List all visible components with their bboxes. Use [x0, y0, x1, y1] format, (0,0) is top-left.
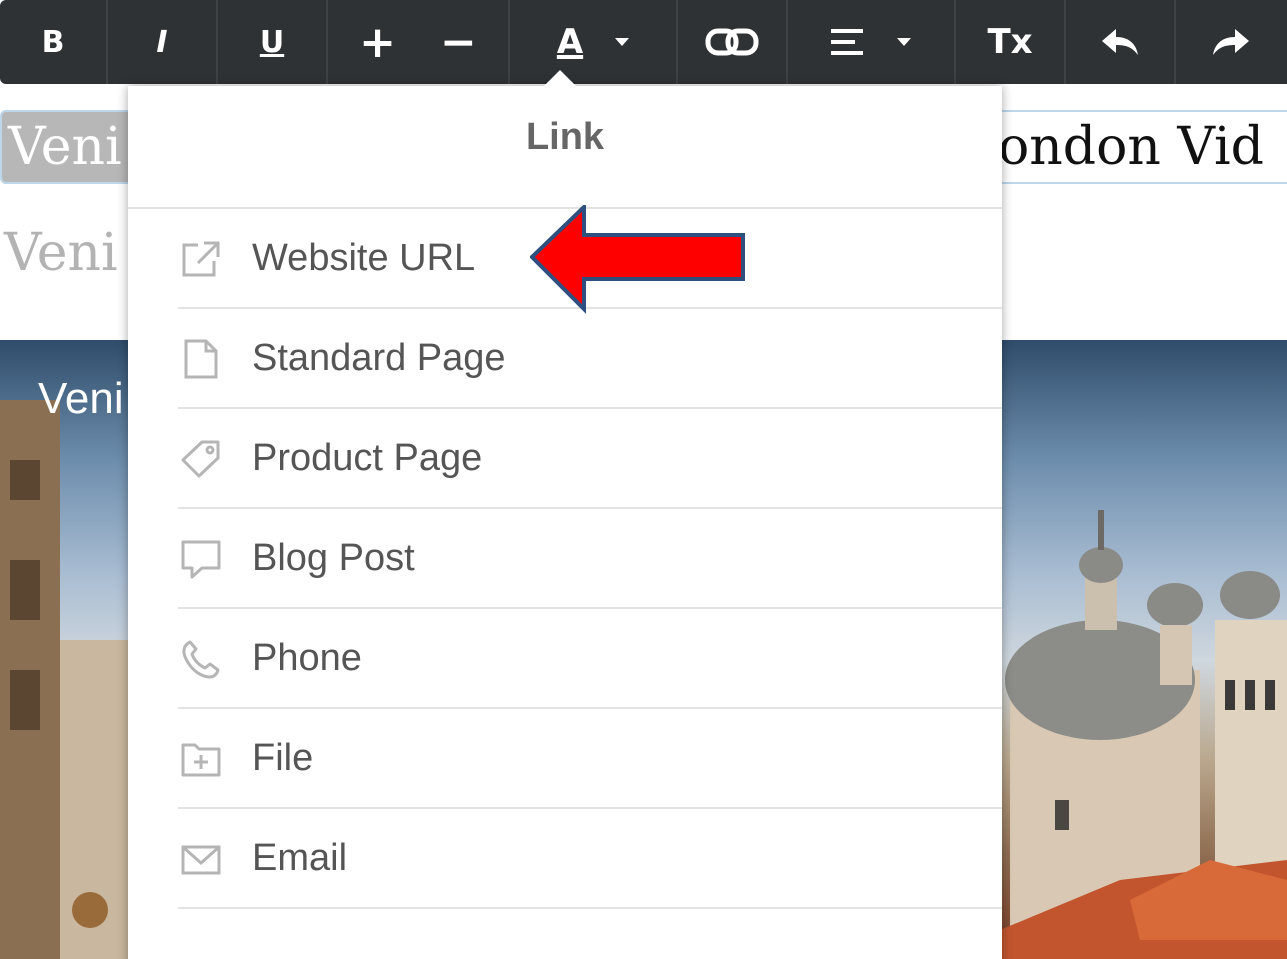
link-option-blog-post[interactable]: Blog Post — [178, 509, 1002, 609]
italic-button[interactable]: I — [156, 0, 167, 84]
link-option-standard-page[interactable]: Standard Page — [178, 309, 1002, 409]
link-button[interactable] — [705, 0, 759, 84]
undo-button[interactable] — [1100, 0, 1140, 84]
redo-group — [1176, 0, 1286, 84]
size-group: + − — [328, 0, 510, 84]
undo-group — [1066, 0, 1176, 84]
file-folder-icon — [181, 743, 221, 777]
underline-button[interactable]: U — [260, 0, 284, 84]
popup-title: Link — [525, 116, 605, 158]
link-option-label: Product Page — [252, 437, 483, 479]
redo-icon — [1213, 29, 1249, 55]
link-option-label: File — [252, 737, 314, 779]
bold-group: B — [0, 0, 108, 84]
bold-button[interactable]: B — [42, 0, 65, 84]
phone-icon — [182, 640, 220, 679]
hero-caption: Veni — [38, 374, 124, 423]
underline-group: U — [218, 0, 328, 84]
link-option-product-page[interactable]: Product Page — [178, 409, 1002, 509]
link-option-label: Blog Post — [252, 537, 415, 579]
popup-pointer — [544, 70, 576, 86]
link-option-label: Phone — [252, 637, 362, 679]
annotation-arrow-icon — [530, 205, 745, 314]
speech-bubble-icon — [181, 540, 221, 579]
link-option-label: Standard Page — [252, 337, 506, 379]
envelope-icon — [181, 845, 221, 875]
link-option-phone[interactable]: Phone — [178, 609, 1002, 709]
selected-heading-text[interactable]: Veni — [2, 112, 128, 182]
subheading-text[interactable]: Veni — [4, 218, 118, 288]
align-button[interactable] — [831, 0, 865, 84]
italic-group: I — [108, 0, 218, 84]
increase-size-button[interactable]: + — [359, 0, 396, 84]
align-icon — [831, 29, 863, 55]
text-color-group: A — [510, 0, 678, 84]
align-group — [788, 0, 956, 84]
external-link-icon — [182, 241, 220, 277]
formatting-toolbar: B I U + − A Tx — [0, 0, 1287, 84]
link-icon — [705, 28, 759, 56]
page-icon — [184, 339, 218, 379]
chevron-down-icon[interactable] — [615, 38, 630, 46]
heading-text-end[interactable]: ondon Vid — [998, 112, 1264, 182]
link-option-email[interactable]: Email — [178, 809, 1002, 909]
redo-button[interactable] — [1211, 0, 1251, 84]
clear-formatting-button[interactable]: Tx — [987, 0, 1032, 84]
decrease-size-button[interactable]: − — [440, 0, 477, 84]
link-option-file[interactable]: File — [178, 709, 1002, 809]
link-group — [678, 0, 788, 84]
link-option-label: Email — [252, 837, 348, 879]
undo-icon — [1102, 29, 1138, 55]
chevron-down-icon[interactable] — [897, 38, 911, 46]
link-option-label: Website URL — [252, 237, 476, 279]
editor-stage: B I U + − A Tx Veni ondon Vid Veni Veni … — [0, 0, 1287, 959]
clear-format-group: Tx — [956, 0, 1066, 84]
tag-icon — [181, 440, 220, 478]
